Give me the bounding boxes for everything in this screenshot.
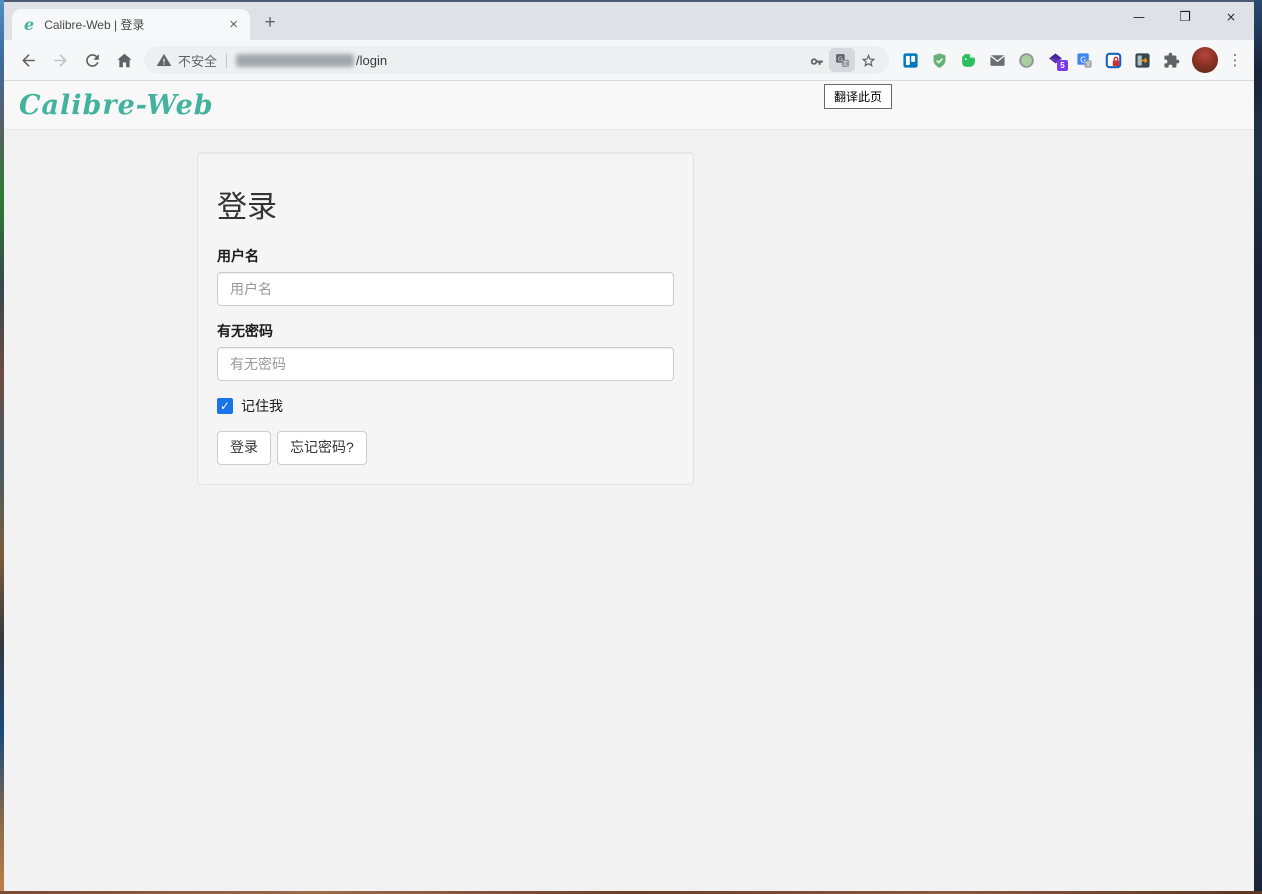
remember-me-label[interactable]: 记住我 — [241, 396, 283, 416]
username-label: 用户名 — [217, 248, 259, 264]
lock-icon — [1105, 52, 1121, 68]
extension-google-translate-button[interactable]: G 文 — [1073, 48, 1095, 72]
translate-icon: G 文 — [1076, 52, 1092, 68]
login-button[interactable]: 登录 — [217, 431, 271, 465]
translate-this-page-tooltip: 翻译此页 — [824, 84, 893, 109]
extension-mail-button[interactable] — [986, 48, 1008, 72]
login-heading: 登录 — [217, 191, 277, 224]
profile-avatar[interactable] — [1192, 47, 1218, 73]
titlebar: e Calibre-Web | 登录 × + — ❒ × — [4, 2, 1254, 40]
extensions-menu-button[interactable] — [1160, 48, 1182, 72]
security-label[interactable]: 不安全 — [178, 51, 217, 70]
bookmark-button[interactable] — [855, 48, 881, 72]
extension-privacy-button[interactable] — [1102, 48, 1124, 72]
calibre-web-favicon: e — [24, 14, 35, 34]
tab-close-icon[interactable]: × — [225, 15, 242, 34]
translate-page-button[interactable]: G 文 — [829, 48, 855, 72]
username-input[interactable] — [217, 272, 674, 306]
login-actions: 登录 忘记密码? — [217, 431, 674, 465]
forward-icon — [53, 53, 67, 67]
maximize-button[interactable]: ❒ — [1162, 2, 1208, 32]
extension-reader-button[interactable]: 5 — [1044, 48, 1068, 72]
close-button[interactable]: × — [1208, 2, 1254, 32]
puzzle-icon — [1163, 52, 1179, 68]
warning-triangle-icon — [156, 54, 172, 66]
extension-circle-button[interactable] — [1015, 48, 1037, 72]
home-button[interactable] — [109, 45, 139, 75]
browser-menu-button[interactable]: ⋮ — [1224, 47, 1246, 73]
door-arrow-icon — [1134, 52, 1150, 68]
reload-button[interactable] — [77, 45, 107, 75]
window-controls: — ❒ × — [1116, 2, 1254, 32]
password-input[interactable] — [217, 347, 674, 381]
site-navbar: Calibre-Web — [4, 81, 1254, 130]
login-content: 登录 用户名 有无密码 ✓ 记住我 登录 忘记密码? — [4, 130, 1254, 485]
home-icon — [116, 53, 132, 67]
key-icon — [810, 57, 823, 65]
minimize-button[interactable]: — — [1116, 2, 1162, 32]
extension-trello-button[interactable] — [899, 48, 921, 72]
forward-button[interactable] — [45, 45, 75, 75]
extension-adguard-button[interactable] — [928, 48, 950, 72]
saved-password-button[interactable] — [803, 48, 829, 72]
back-icon — [21, 53, 35, 67]
remember-me-row: ✓ 记住我 — [217, 396, 674, 416]
elephant-icon — [961, 53, 975, 67]
desktop-sliver-right — [1254, 0, 1262, 894]
password-label: 有无密码 — [217, 323, 273, 339]
back-button[interactable] — [13, 45, 43, 75]
remember-me-checkbox[interactable]: ✓ — [217, 398, 233, 414]
browser-toolbar: 不安全 /login G 文 5 G 文 ⋮ — [4, 40, 1254, 81]
bookmark-star-icon — [861, 53, 875, 67]
url-redacted-segment — [236, 53, 355, 67]
shield-check-icon — [932, 52, 946, 68]
calibre-web-logo[interactable]: Calibre-Web — [19, 90, 214, 121]
circle-icon — [1018, 52, 1034, 68]
reload-icon — [85, 53, 99, 67]
extension-badge: 5 — [1057, 60, 1068, 71]
browser-tab[interactable]: e Calibre-Web | 登录 × — [12, 9, 250, 40]
extensions-area: 5 G 文 — [895, 48, 1186, 72]
tab-title: Calibre-Web | 登录 — [44, 18, 145, 32]
url-separator — [226, 52, 228, 68]
extension-proxy-button[interactable] — [1131, 48, 1153, 72]
new-tab-button[interactable]: + — [256, 9, 284, 37]
envelope-icon — [989, 54, 1005, 66]
address-bar[interactable]: 不安全 /login G 文 — [144, 46, 889, 74]
page-viewport: Calibre-Web 翻译此页 登录 用户名 有无密码 ✓ 记住我 登录 忘记… — [4, 81, 1254, 891]
url-path: /login — [356, 52, 388, 68]
forgot-password-button[interactable]: 忘记密码? — [277, 431, 367, 465]
browser-window: e Calibre-Web | 登录 × + — ❒ × 不安全 /login … — [4, 0, 1254, 891]
extension-evernote-button[interactable] — [957, 48, 979, 72]
translate-page-icon: G 文 — [835, 53, 849, 67]
login-panel: 登录 用户名 有无密码 ✓ 记住我 登录 忘记密码? — [197, 152, 694, 485]
trello-board-icon — [902, 52, 918, 68]
